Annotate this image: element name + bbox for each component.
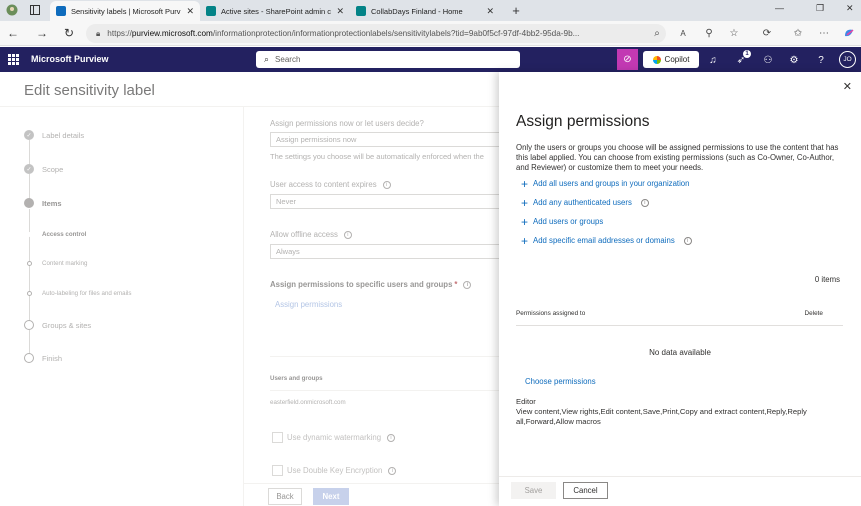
copilot-button[interactable]: Copilot xyxy=(643,51,699,68)
pin-icon[interactable]: ⊘ xyxy=(617,49,638,70)
link-label: Add users or groups xyxy=(533,217,604,226)
help-icon[interactable]: ? xyxy=(814,53,828,67)
cancel-button[interactable]: Cancel xyxy=(563,482,608,499)
tab-sensitivity-labels[interactable]: Sensitivity labels | Microsoft Purv ✕ xyxy=(50,1,200,21)
panel-title: Assign permissions xyxy=(516,113,650,130)
avatar[interactable]: JO xyxy=(839,51,856,68)
zoom-icon[interactable]: ⌕ xyxy=(650,26,664,40)
info-icon[interactable]: i xyxy=(683,236,692,245)
item-count: 0 items xyxy=(814,275,840,284)
sharepoint-favicon-icon xyxy=(356,6,366,16)
overlay-scrim[interactable] xyxy=(0,72,499,506)
assign-permissions-panel: ✕ Assign permissions Only the users or g… xyxy=(499,72,861,506)
new-tab-button[interactable]: + xyxy=(508,2,524,18)
purview-favicon-icon xyxy=(56,6,66,16)
tab-label: Active sites - SharePoint admin c xyxy=(221,6,332,16)
forward-arrow-icon[interactable]: → xyxy=(35,26,49,40)
sharepoint-favicon-icon xyxy=(206,6,216,16)
lock-icon: 🔒︎ xyxy=(96,28,101,38)
close-panel-icon[interactable]: ✕ xyxy=(843,80,852,93)
role-rights: View content,View rights,Edit content,Sa… xyxy=(516,407,807,426)
save-button[interactable]: Save xyxy=(511,482,556,499)
tracking-icon[interactable]: ⚲ xyxy=(702,26,716,40)
tab-actions-icon[interactable] xyxy=(27,2,43,18)
app-header: Microsoft Purview ⌕ Search ⊘ Copilot ♫ ➶… xyxy=(0,47,861,72)
choose-permissions-link[interactable]: Choose permissions xyxy=(525,377,596,386)
panel-footer-divider xyxy=(499,476,861,477)
minimize-icon[interactable]: — xyxy=(775,3,784,13)
plus-icon: + xyxy=(521,195,529,210)
panel-description: Only the users or groups you choose will… xyxy=(516,143,839,172)
add-users-groups-link[interactable]: + Add users or groups xyxy=(521,214,604,229)
close-tab-icon[interactable]: ✕ xyxy=(486,6,494,17)
link-label: Add any authenticated users xyxy=(533,198,632,207)
refresh-icon[interactable]: ↻ xyxy=(62,26,76,40)
notification-badge: 1 xyxy=(743,50,751,58)
profile-icon[interactable] xyxy=(4,2,20,18)
back-arrow-icon[interactable]: ← xyxy=(6,26,20,40)
url-domain: purview.microsoft.com xyxy=(131,29,213,38)
more-options-icon[interactable]: ⋯ xyxy=(817,26,831,40)
tab-label: CollabDays Finland - Home xyxy=(371,6,463,16)
copilot-icon xyxy=(652,55,661,64)
permissions-table-header: Permissions assigned to Delete xyxy=(516,306,843,326)
info-icon[interactable]: i xyxy=(640,198,649,207)
plus-icon: + xyxy=(521,233,529,248)
url-scheme: https:// xyxy=(107,29,132,38)
no-data-message: No data available xyxy=(649,348,711,357)
favorite-star-icon[interactable]: ☆ xyxy=(727,26,741,40)
url-field[interactable]: 🔒︎ https://purview.microsoft.com/informa… xyxy=(86,24,666,43)
restore-icon[interactable]: ❐ xyxy=(816,3,824,14)
plus-icon: + xyxy=(521,214,529,229)
search-icon: ⌕ xyxy=(264,54,270,64)
link-label: Add specific email addresses or domains xyxy=(533,236,675,245)
read-aloud-icon[interactable]: A xyxy=(676,26,690,40)
column-delete: Delete xyxy=(804,310,823,317)
copilot-browser-icon[interactable] xyxy=(842,26,856,40)
copilot-label: Copilot xyxy=(664,55,690,64)
app-launcher-icon[interactable] xyxy=(8,54,19,65)
search-input[interactable]: ⌕ Search xyxy=(256,51,520,68)
browser-tab-bar: Sensitivity labels | Microsoft Purv ✕ Ac… xyxy=(0,0,861,21)
close-tab-icon[interactable]: ✕ xyxy=(336,6,344,17)
app-name: Microsoft Purview xyxy=(31,54,109,64)
plus-icon: + xyxy=(521,176,529,191)
link-label: Add all users and groups in your organiz… xyxy=(533,179,690,188)
role-name: Editor xyxy=(516,397,536,406)
close-tab-icon[interactable]: ✕ xyxy=(186,6,194,17)
url-path: /informationprotection/informationprotec… xyxy=(212,29,580,38)
column-permissions-assigned: Permissions assigned to xyxy=(516,310,586,317)
add-authenticated-users-link[interactable]: + Add any authenticated users i xyxy=(521,195,649,210)
close-window-icon[interactable]: ✕ xyxy=(846,3,854,14)
settings-gear-icon[interactable]: ⚙ xyxy=(787,53,801,67)
search-placeholder: Search xyxy=(275,55,301,64)
notifications-bell-icon[interactable]: ♫ xyxy=(706,53,720,67)
tab-active-sites[interactable]: Active sites - SharePoint admin c ✕ xyxy=(200,1,350,21)
add-email-domains-link[interactable]: + Add specific email addresses or domain… xyxy=(521,233,692,248)
tab-collabdays[interactable]: CollabDays Finland - Home ✕ xyxy=(350,1,500,21)
favorites-icon[interactable]: ✩ xyxy=(791,26,805,40)
share-icon[interactable]: ⚇ xyxy=(761,53,775,67)
extensions-icon[interactable]: ⟳ xyxy=(760,26,774,40)
add-all-users-link[interactable]: + Add all users and groups in your organ… xyxy=(521,176,690,191)
tab-label: Sensitivity labels | Microsoft Purv xyxy=(71,6,181,16)
address-bar-row: ← → ↻ 🔒︎ https://purview.microsoft.com/i… xyxy=(0,21,861,46)
